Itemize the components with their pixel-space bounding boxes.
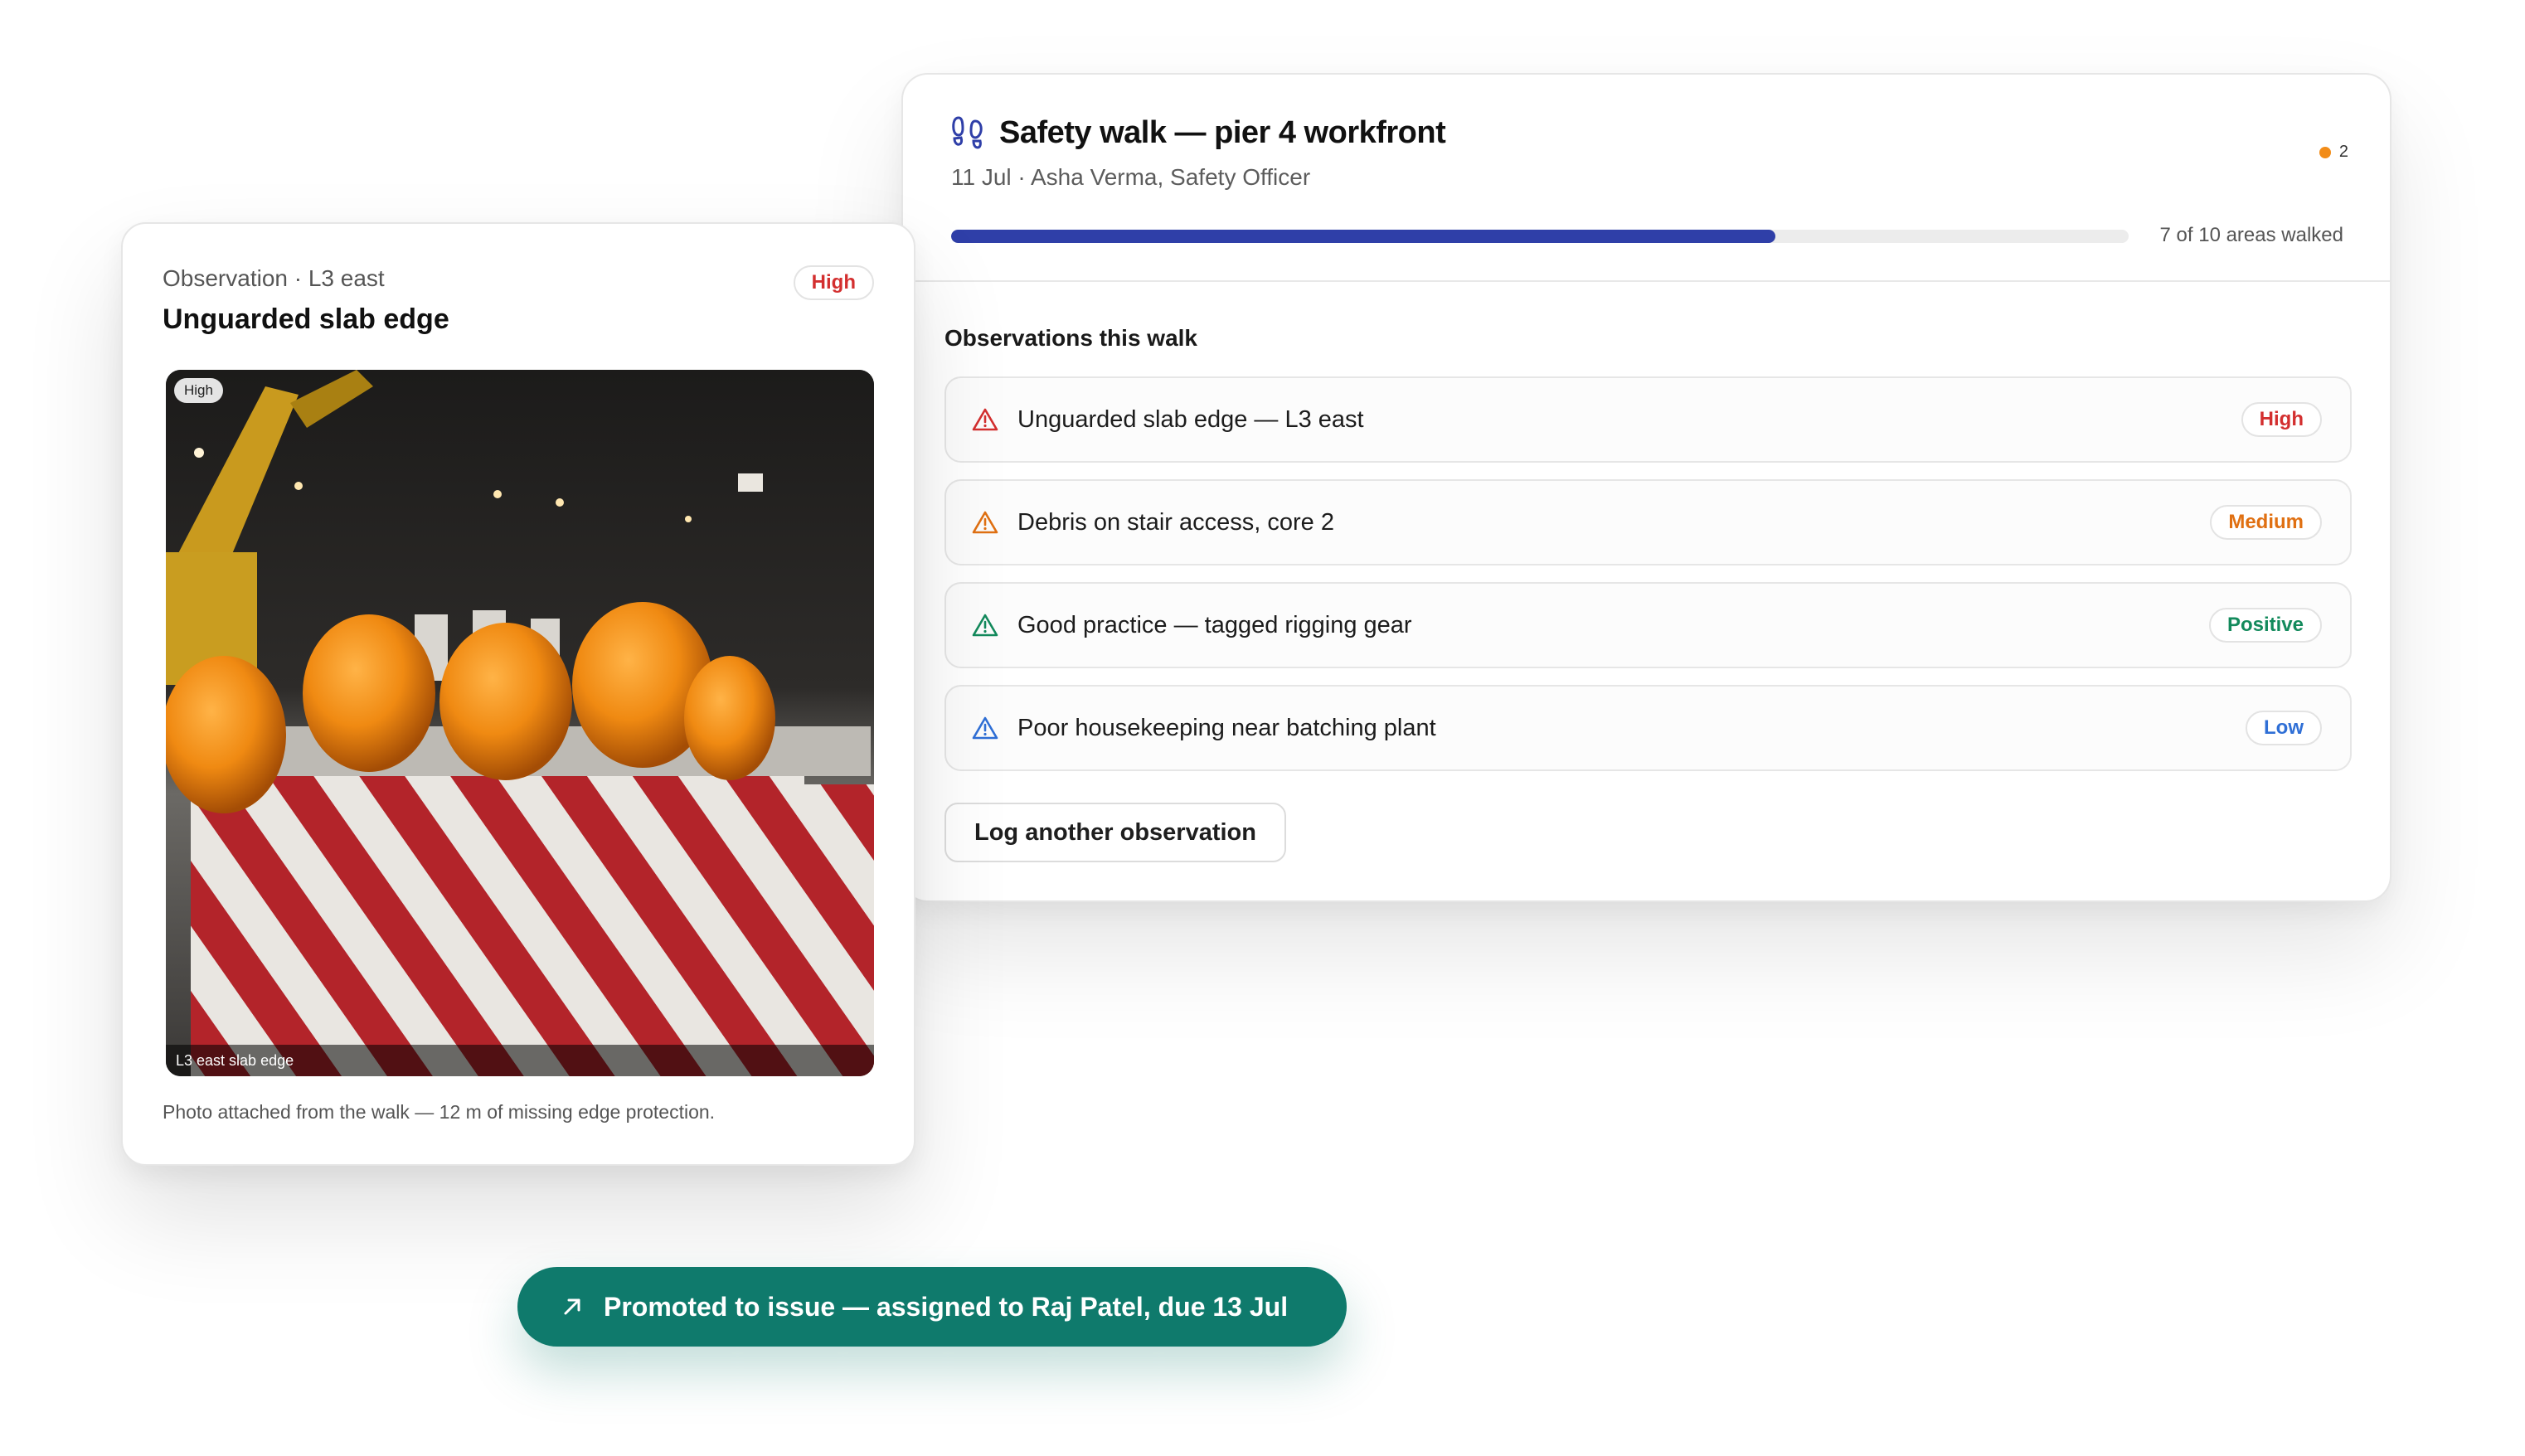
walk-progress-fill — [951, 230, 1775, 243]
severity-badge: Low — [2246, 711, 2322, 745]
notification-dot-icon — [2319, 146, 2331, 158]
observation-detail-card: Observation · L3 east Unguarded slab edg… — [121, 222, 915, 1166]
notification-count: 2 — [2338, 143, 2348, 161]
footprints-icon — [952, 116, 983, 149]
observation-photo[interactable]: High L3 east slab edge — [166, 370, 874, 1076]
arrow-up-right-icon — [564, 1298, 580, 1315]
observation-note: Photo attached from the walk — 12 m of m… — [163, 1101, 716, 1123]
walk-progress-label: 7 of 10 areas walked — [2159, 224, 2343, 246]
stage: Safety walk — pier 4 workfront 11 Jul · … — [0, 0, 2525, 1456]
observation-text: Poor housekeeping near batching plant — [1017, 714, 1436, 741]
walk-title-row: Safety walk — pier 4 workfront — [951, 114, 1446, 151]
walk-header: Safety walk — pier 4 workfront 11 Jul · … — [903, 75, 2390, 282]
severity-badge: High — [793, 265, 874, 300]
warning-triangle-icon — [972, 716, 998, 740]
photo-caption: L3 east slab edge — [166, 1045, 874, 1076]
warning-triangle-icon — [972, 408, 998, 431]
observation-text: Unguarded slab edge — L3 east — [1017, 405, 1364, 433]
observation-item[interactable]: Poor housekeeping near batching plant Lo… — [944, 685, 2352, 771]
warning-triangle-icon — [972, 614, 998, 637]
promoted-to-issue-banner[interactable]: Promoted to issue — assigned to Raj Pate… — [517, 1267, 1347, 1347]
promoted-label: Promoted to issue — assigned to Raj Pate… — [604, 1291, 1289, 1322]
severity-badge: Medium — [2210, 505, 2322, 540]
log-another-observation-button[interactable]: Log another observation — [944, 803, 1286, 862]
observation-text: Good practice — tagged rigging gear — [1017, 611, 1412, 638]
construction-barriers-photo — [166, 370, 874, 1076]
observation-item[interactable]: Unguarded slab edge — L3 east High — [944, 376, 2352, 463]
observation-kicker: Observation · L3 east — [163, 265, 385, 291]
severity-badge: High — [2241, 402, 2322, 437]
observations-list: Unguarded slab edge — L3 east High Debri… — [944, 376, 2352, 788]
safety-walk-card: Safety walk — pier 4 workfront 11 Jul · … — [901, 73, 2391, 902]
severity-badge: Positive — [2208, 608, 2322, 643]
observations-heading: Observations this walk — [944, 325, 1197, 351]
photo-severity-tag: High — [174, 378, 223, 403]
observation-title: Unguarded slab edge — [163, 303, 449, 335]
walk-progress-bar — [951, 230, 2129, 243]
observation-item[interactable]: Debris on stair access, core 2 Medium — [944, 479, 2352, 565]
walk-subtitle: 11 Jul · Asha Verma, Safety Officer — [951, 164, 1311, 190]
walk-title: Safety walk — pier 4 workfront — [999, 114, 1446, 150]
notification-indicator[interactable]: 2 — [2319, 143, 2348, 162]
observation-item[interactable]: Good practice — tagged rigging gear Posi… — [944, 582, 2352, 668]
observation-text: Debris on stair access, core 2 — [1017, 508, 1334, 536]
warning-triangle-icon — [972, 511, 998, 534]
